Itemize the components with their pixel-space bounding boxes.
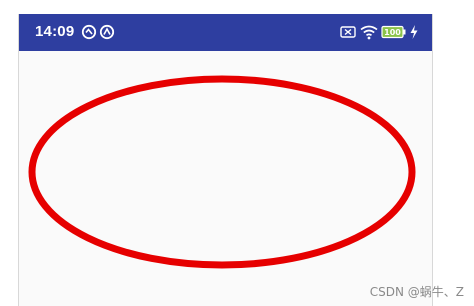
no-sim-icon [340, 26, 356, 38]
status-time: 14:09 [35, 23, 75, 40]
battery-icon: 100 [381, 25, 406, 39]
status-bar: 14:09 100 [19, 14, 432, 51]
csdn-watermark: CSDN @蜗牛、Z [369, 285, 464, 299]
battery-level-text: 100 [384, 28, 401, 37]
phone-screen: 14:09 100 [18, 14, 433, 306]
red-oval [28, 75, 416, 269]
charging-icon [410, 25, 418, 39]
wifi-icon [360, 25, 378, 40]
drawing-canvas [19, 51, 432, 306]
screenshot-page: 14:09 100 CSDN @蜗牛、Z [0, 0, 474, 306]
notification-icon-2 [99, 24, 115, 40]
notification-icon-1 [81, 24, 97, 40]
oval-drawing [28, 75, 416, 269]
